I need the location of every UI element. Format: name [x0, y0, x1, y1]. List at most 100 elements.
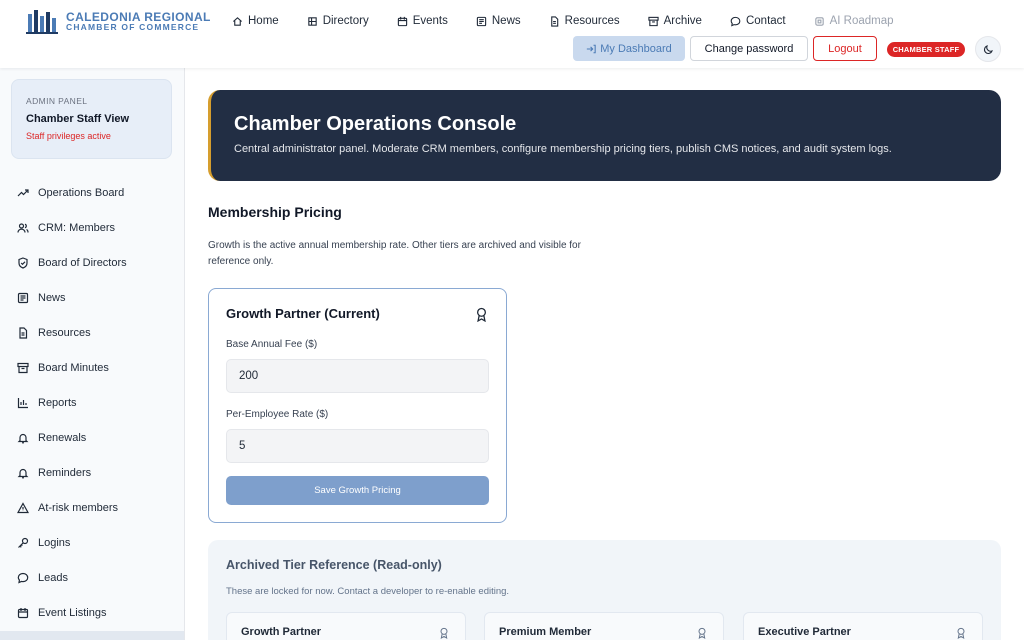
archived-tier-card: Growth Partner [226, 612, 466, 640]
archived-tier-name: Executive Partner [758, 626, 851, 638]
sidebar-item-label: Leads [38, 571, 68, 584]
theme-toggle-button[interactable] [975, 36, 1001, 62]
sidebar-item-event-listings[interactable]: Event Listings [0, 595, 185, 630]
per-employee-rate-input[interactable]: 5 [226, 429, 489, 463]
nav-ai-roadmap[interactable]: AI Roadmap [814, 14, 894, 28]
sidebar-item-active-highlight[interactable] [0, 631, 184, 640]
nav-directory[interactable]: Directory [307, 14, 369, 28]
sidebar-item-label: Board Minutes [38, 361, 109, 374]
archived-tiers-section: Archived Tier Reference (Read-only) Thes… [208, 540, 1001, 640]
archived-tiers-description: These are locked for now. Contact a deve… [226, 586, 510, 597]
sidebar-item-resources[interactable]: Resources [0, 315, 185, 350]
nav-events-label: Events [412, 15, 448, 27]
sidebar-item-board-minutes[interactable]: Board Minutes [0, 350, 185, 385]
bell-icon [17, 433, 29, 443]
newspaper-icon [17, 292, 29, 303]
bell-icon [17, 468, 29, 478]
per-employee-rate-label: Per-Employee Rate ($) [226, 409, 329, 420]
nav-events[interactable]: Events [397, 14, 448, 28]
sign-in-icon [587, 44, 596, 53]
nav-news[interactable]: News [476, 14, 521, 28]
archived-tier-name: Growth Partner [241, 626, 322, 638]
nav-contact[interactable]: Contact [730, 14, 786, 28]
nav-contact-label: Contact [745, 15, 786, 27]
trend-icon [17, 188, 29, 196]
chat-icon [730, 16, 741, 27]
brand-tagline: CHAMBER OF COMMERCE [66, 22, 200, 32]
shield-icon [18, 256, 28, 269]
sidebar-nav: Operations Board CRM: Members Board of D… [0, 175, 185, 630]
brand-logo[interactable]: CALEDONIA REGIONAL CHAMBER OF COMMERCE [26, 8, 210, 36]
nav-directory-label: Directory [322, 15, 369, 27]
sidebar-item-label: Reports [38, 396, 77, 409]
my-dashboard-label: My Dashboard [600, 42, 672, 55]
change-password-button[interactable]: Change password [690, 36, 808, 61]
archive-icon [647, 16, 659, 26]
nav-ai-roadmap-label: AI Roadmap [829, 15, 894, 27]
nav-archive[interactable]: Archive [647, 14, 702, 28]
document-icon [19, 326, 28, 339]
award-icon [957, 627, 965, 639]
nav-news-label: News [491, 15, 521, 27]
page-title: Chamber Operations Console [234, 113, 517, 135]
sidebar-item-renewals[interactable]: Renewals [0, 420, 185, 455]
base-fee-input[interactable]: 200 [226, 359, 489, 393]
sidebar-item-reminders[interactable]: Reminders [0, 455, 185, 490]
nav-home[interactable]: Home [232, 14, 279, 28]
current-tier-title: Growth Partner (Current) [226, 306, 380, 321]
sidebar-item-logins[interactable]: Logins [0, 525, 185, 560]
chat-icon [17, 572, 29, 583]
nav-archive-label: Archive [663, 15, 702, 27]
top-header: CALEDONIA REGIONAL CHAMBER OF COMMERCE H… [0, 0, 1024, 68]
archived-tier-card: Executive Partner [743, 612, 983, 640]
sidebar-item-news[interactable]: News [0, 280, 185, 315]
base-fee-label: Base Annual Fee ($) [226, 339, 318, 350]
sidebar-item-reports[interactable]: Reports [0, 385, 185, 420]
award-icon [477, 307, 486, 322]
home-icon [233, 16, 242, 26]
calendar-icon [397, 16, 407, 26]
sidebar-item-label: Operations Board [38, 186, 125, 199]
save-growth-pricing-button[interactable]: Save Growth Pricing [226, 476, 489, 505]
main-nav: Home Directory Events News Resources Arc… [232, 14, 922, 28]
users-icon [17, 222, 29, 233]
sidebar-item-label: News [38, 291, 66, 304]
building-icon [307, 16, 317, 26]
nav-resources-label: Resources [564, 15, 620, 27]
console-banner: Chamber Operations Console Central admin… [208, 90, 1001, 181]
sidebar-item-leads[interactable]: Leads [0, 560, 185, 595]
sidebar-item-label: CRM: Members [38, 221, 116, 234]
chip-icon [814, 16, 824, 26]
sidebar-item-operations-board[interactable]: Operations Board [0, 175, 185, 210]
key-icon [18, 537, 29, 548]
calendar-icon [17, 607, 29, 618]
admin-panel-title: Chamber Staff View [26, 113, 130, 125]
page-subtitle: Central administrator panel. Moderate CR… [234, 143, 892, 155]
sidebar-item-board-of-directors[interactable]: Board of Directors [0, 245, 185, 280]
my-dashboard-button[interactable]: My Dashboard [573, 36, 685, 61]
admin-panel-status: Staff privileges active [26, 131, 111, 141]
membership-pricing-heading: Membership Pricing [208, 204, 342, 220]
award-icon [698, 627, 706, 639]
sidebar-item-at-risk-members[interactable]: At-risk members [0, 490, 185, 525]
moon-icon [983, 44, 993, 54]
bar-chart-icon [17, 397, 28, 408]
chamber-logo-icon [26, 10, 58, 34]
award-icon [440, 627, 448, 639]
nav-home-label: Home [248, 15, 279, 27]
archive-icon [17, 362, 29, 373]
sidebar-item-label: Resources [38, 326, 91, 339]
sidebar-item-label: Logins [38, 536, 71, 549]
admin-panel-kicker: ADMIN PANEL [26, 96, 88, 106]
archived-tier-card: Premium Member [484, 612, 724, 640]
sidebar-item-label: Board of Directors [38, 256, 127, 269]
warning-icon [17, 501, 29, 513]
sidebar-item-crm-members[interactable]: CRM: Members [0, 210, 185, 245]
membership-pricing-description: Growth is the active annual membership r… [208, 240, 581, 267]
admin-sidebar: ADMIN PANEL Chamber Staff View Staff pri… [0, 68, 185, 640]
nav-resources[interactable]: Resources [549, 14, 620, 28]
logout-button[interactable]: Logout [813, 36, 877, 61]
current-tier-card: Growth Partner (Current) Base Annual Fee… [208, 288, 507, 523]
document-icon [550, 15, 558, 27]
newspaper-icon [476, 16, 487, 26]
